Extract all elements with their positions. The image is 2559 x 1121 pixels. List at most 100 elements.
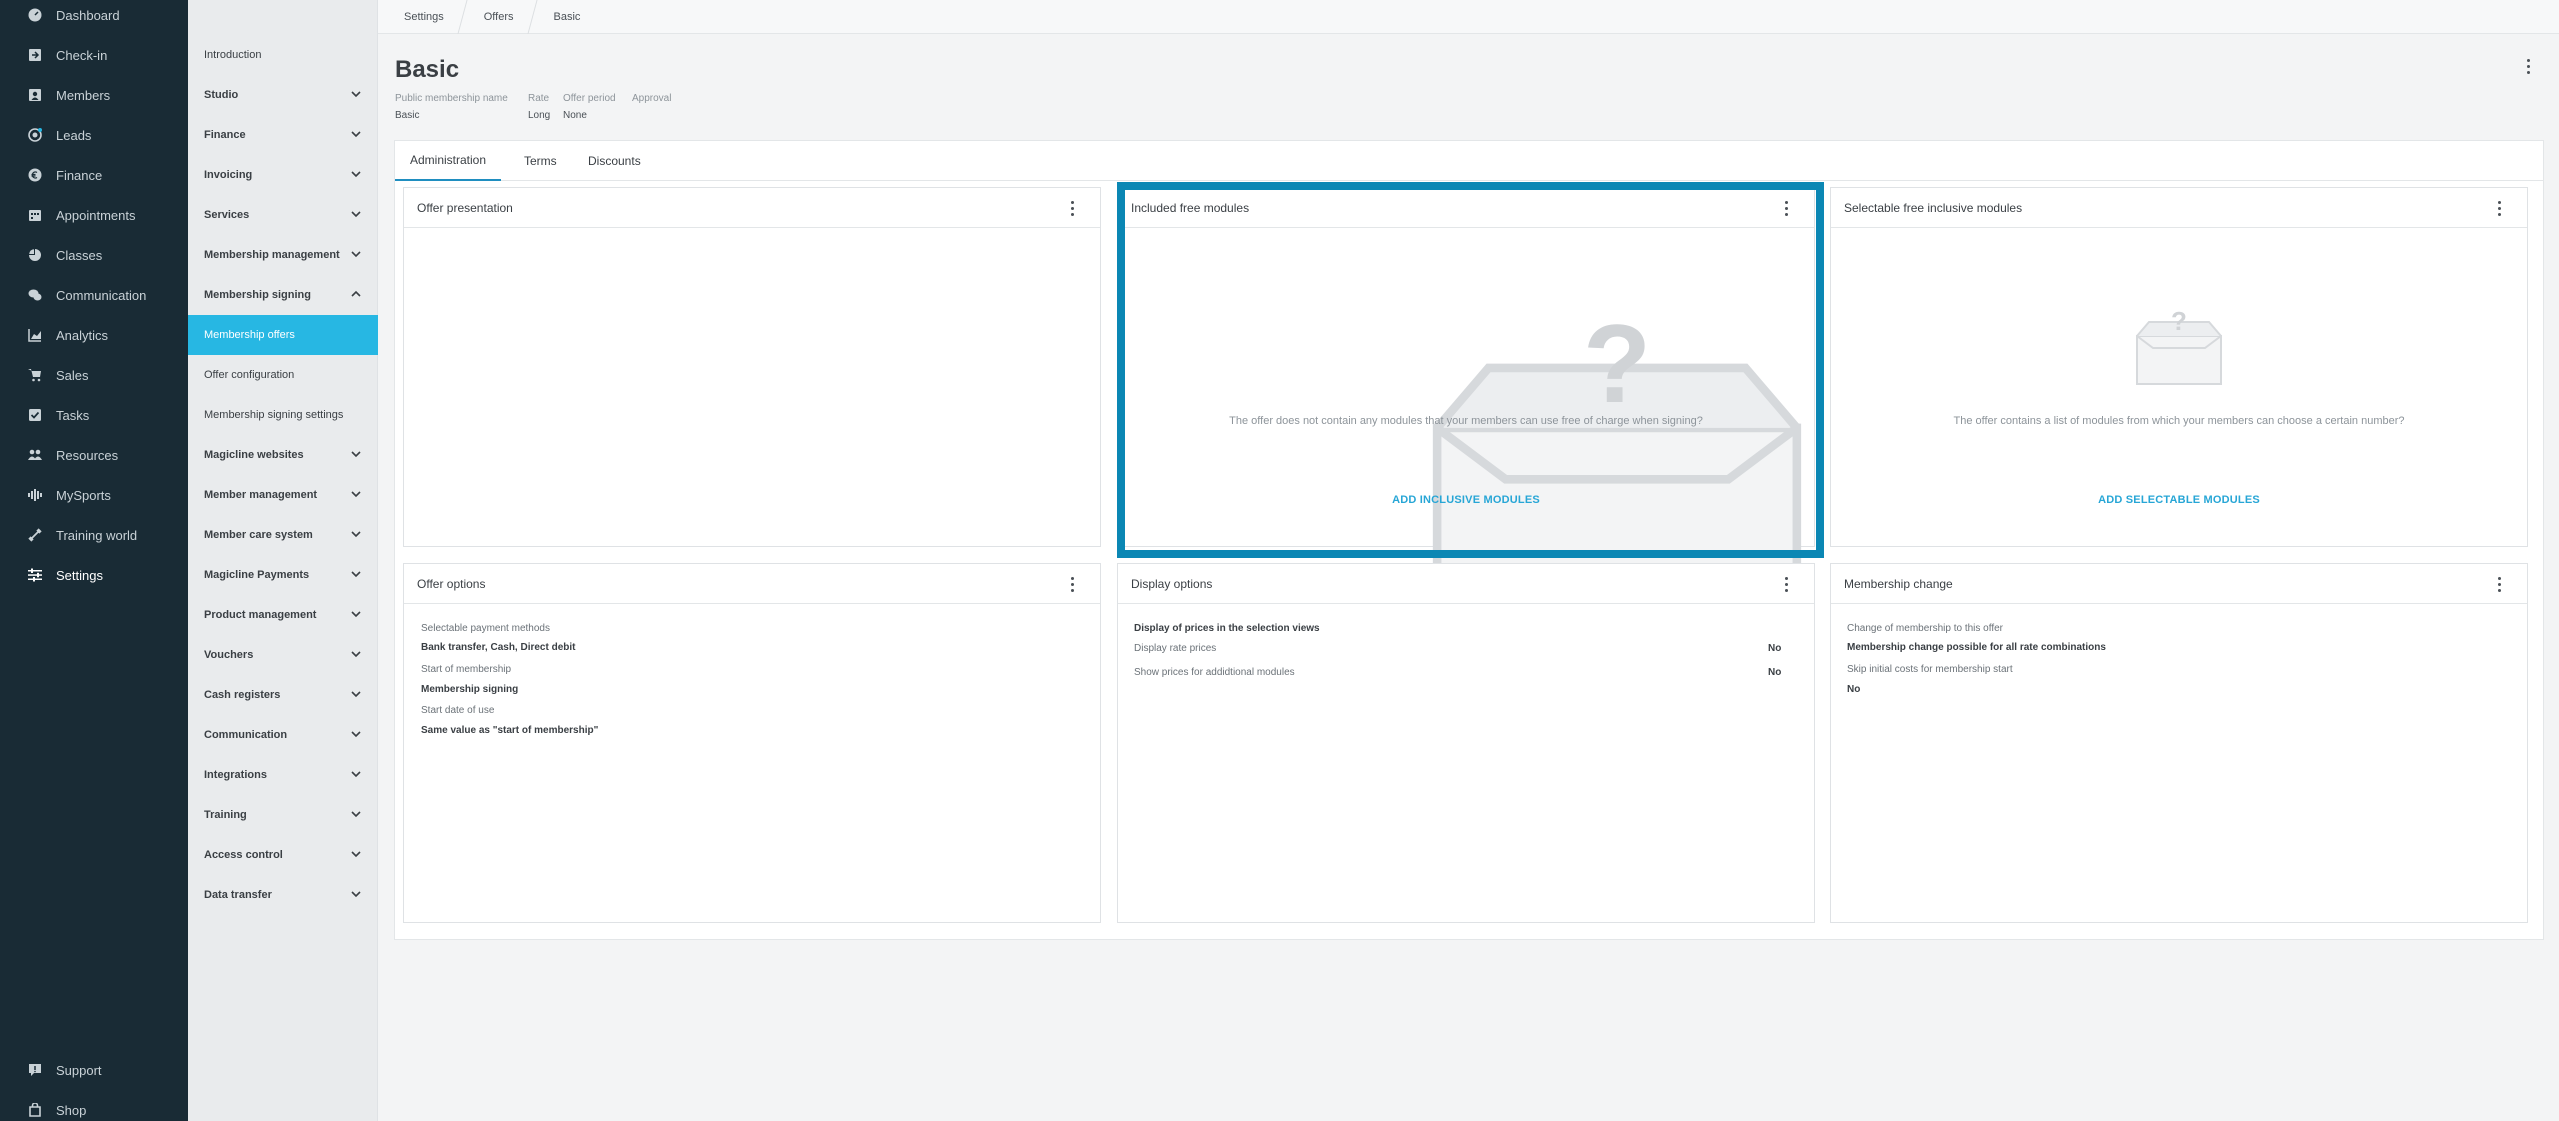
meta-label: Rate xyxy=(528,93,550,104)
card-title: Offer presentation xyxy=(404,188,1100,228)
subnav-item-membership-management[interactable]: Membership management xyxy=(188,235,378,275)
card-more-icon[interactable] xyxy=(1778,198,1794,218)
nav-mysports[interactable]: MySports xyxy=(0,475,188,515)
subnav-item-magicline-payments[interactable]: Magicline Payments xyxy=(188,555,378,595)
card-title-text: Offer presentation xyxy=(417,200,513,215)
tab-discounts[interactable]: Discounts xyxy=(588,141,641,181)
meta-value: Basic xyxy=(395,110,420,121)
subnav-item-membership-signing[interactable]: Membership signing xyxy=(188,275,378,315)
add-selectable-modules-button[interactable]: ADD SELECTABLE MODULES xyxy=(1831,494,2527,506)
subnav-label: Membership signing settings xyxy=(204,409,344,421)
meta-rate: Rate Long xyxy=(528,93,550,121)
svg-text:?: ? xyxy=(1583,308,1651,426)
subnav-label: Member management xyxy=(204,489,318,501)
breadcrumb-basic[interactable]: Basic xyxy=(528,0,595,34)
tab-terms[interactable]: Terms xyxy=(524,141,557,181)
card-title-text: Offer options xyxy=(417,576,486,591)
chevron-down-icon xyxy=(350,488,362,500)
subnav-item-magicline-websites[interactable]: Magicline websites xyxy=(188,435,378,475)
option-value: Bank transfer, Cash, Direct debit xyxy=(421,642,576,653)
support-icon xyxy=(28,1063,42,1077)
classes-icon xyxy=(28,248,42,262)
card-more-icon[interactable] xyxy=(1778,574,1794,594)
add-inclusive-modules-button[interactable]: ADD INCLUSIVE MODULES xyxy=(1118,494,1814,506)
subnav-item-finance[interactable]: Finance xyxy=(188,115,378,155)
selectable-free-modules-card: Selectable free inclusive modules ? The … xyxy=(1830,187,2528,547)
subnav-item-cash-registers[interactable]: Cash registers xyxy=(188,675,378,715)
nav-label: Finance xyxy=(56,167,103,183)
nav-label: Shop xyxy=(56,1102,87,1118)
nav-label: Settings xyxy=(56,567,103,583)
nav-leads[interactable]: Leads xyxy=(0,115,188,155)
nav-training-world[interactable]: Training world xyxy=(0,515,188,555)
nav-appointments[interactable]: Appointments xyxy=(0,195,188,235)
card-more-icon[interactable] xyxy=(1064,198,1080,218)
chevron-down-icon xyxy=(350,168,362,180)
subnav-item-product-management[interactable]: Product management xyxy=(188,595,378,635)
page-more-icon[interactable] xyxy=(2520,56,2536,76)
nav-tasks[interactable]: Tasks xyxy=(0,395,188,435)
nav-finance[interactable]: Finance xyxy=(0,155,188,195)
subnav-item-training[interactable]: Training xyxy=(188,795,378,835)
subnav-item-introduction[interactable]: Introduction xyxy=(188,35,378,75)
empty-state-text: The offer does not contain any modules t… xyxy=(1229,415,1703,427)
chevron-down-icon xyxy=(350,848,362,860)
nav-settings[interactable]: Settings xyxy=(0,555,188,595)
meta-offer-period: Offer period None xyxy=(563,93,616,121)
subnav-item-data-transfer[interactable]: Data transfer xyxy=(188,875,378,915)
subnav-label: Finance xyxy=(204,129,246,141)
subnav-item-studio[interactable]: Studio xyxy=(188,75,378,115)
nav-shop[interactable]: Shop xyxy=(0,1090,188,1121)
option-label: Selectable payment methods xyxy=(421,623,550,634)
finance-icon xyxy=(28,168,42,182)
nav-analytics[interactable]: Analytics xyxy=(0,315,188,355)
subnav-label: Integrations xyxy=(204,769,267,781)
meta-label: Public membership name xyxy=(395,93,508,104)
nav-resources[interactable]: Resources xyxy=(0,435,188,475)
subnav-item-invoicing[interactable]: Invoicing xyxy=(188,155,378,195)
card-title: Display options xyxy=(1118,564,1814,604)
card-more-icon[interactable] xyxy=(2491,574,2507,594)
subnav-item-member-care-system[interactable]: Member care system xyxy=(188,515,378,555)
nav-members[interactable]: Members xyxy=(0,75,188,115)
nav-check-in[interactable]: Check-in xyxy=(0,35,188,75)
card-title-text: Included free modules xyxy=(1131,200,1250,215)
members-icon xyxy=(28,88,42,102)
meta-approval: Approval xyxy=(632,93,671,110)
subnav-label: Invoicing xyxy=(204,169,253,181)
chat-icon xyxy=(28,288,42,302)
tab-administration[interactable]: Administration xyxy=(395,141,502,181)
subnav-item-services[interactable]: Services xyxy=(188,195,378,235)
subnav-item-member-management[interactable]: Member management xyxy=(188,475,378,515)
nav-label: Members xyxy=(56,87,111,103)
option-value: Same value as "start of membership" xyxy=(421,725,599,736)
nav-sales[interactable]: Sales xyxy=(0,355,188,395)
nav-support[interactable]: Support xyxy=(0,1050,188,1090)
subnav-item-communication[interactable]: Communication xyxy=(188,715,378,755)
subnav-label: Services xyxy=(204,209,250,221)
subnav-item-vouchers[interactable]: Vouchers xyxy=(188,635,378,675)
chevron-down-icon xyxy=(350,808,362,820)
subnav-item-offer-configuration[interactable]: Offer configuration xyxy=(188,355,378,395)
subnav-label: Product management xyxy=(204,609,317,621)
card-more-icon[interactable] xyxy=(1064,574,1080,594)
tab-bar: Administration Terms Discounts xyxy=(395,141,2543,181)
nav-dashboard[interactable]: Dashboard xyxy=(0,0,188,35)
subnav-item-integrations[interactable]: Integrations xyxy=(188,755,378,795)
nav-label: MySports xyxy=(56,487,111,503)
option-value: Membership signing xyxy=(421,684,519,695)
breadcrumb-settings[interactable]: Settings xyxy=(378,0,458,34)
subnav-label: Access control xyxy=(204,849,283,861)
card-more-icon[interactable] xyxy=(2491,198,2507,218)
subnav-label: Introduction xyxy=(204,49,262,61)
page-title: Basic xyxy=(395,56,460,83)
nav-classes[interactable]: Classes xyxy=(0,235,188,275)
subnav-item-membership-signing-settings[interactable]: Membership signing settings xyxy=(188,395,378,435)
subnav-item-membership-offers[interactable]: Membership offers xyxy=(188,315,378,355)
subnav-label: Data transfer xyxy=(204,889,272,901)
breadcrumb-offers[interactable]: Offers xyxy=(458,0,528,34)
nav-label: Appointments xyxy=(56,207,136,223)
nav-communication[interactable]: Communication xyxy=(0,275,188,315)
subnav-item-access-control[interactable]: Access control xyxy=(188,835,378,875)
nav-label: Support xyxy=(56,1062,102,1078)
